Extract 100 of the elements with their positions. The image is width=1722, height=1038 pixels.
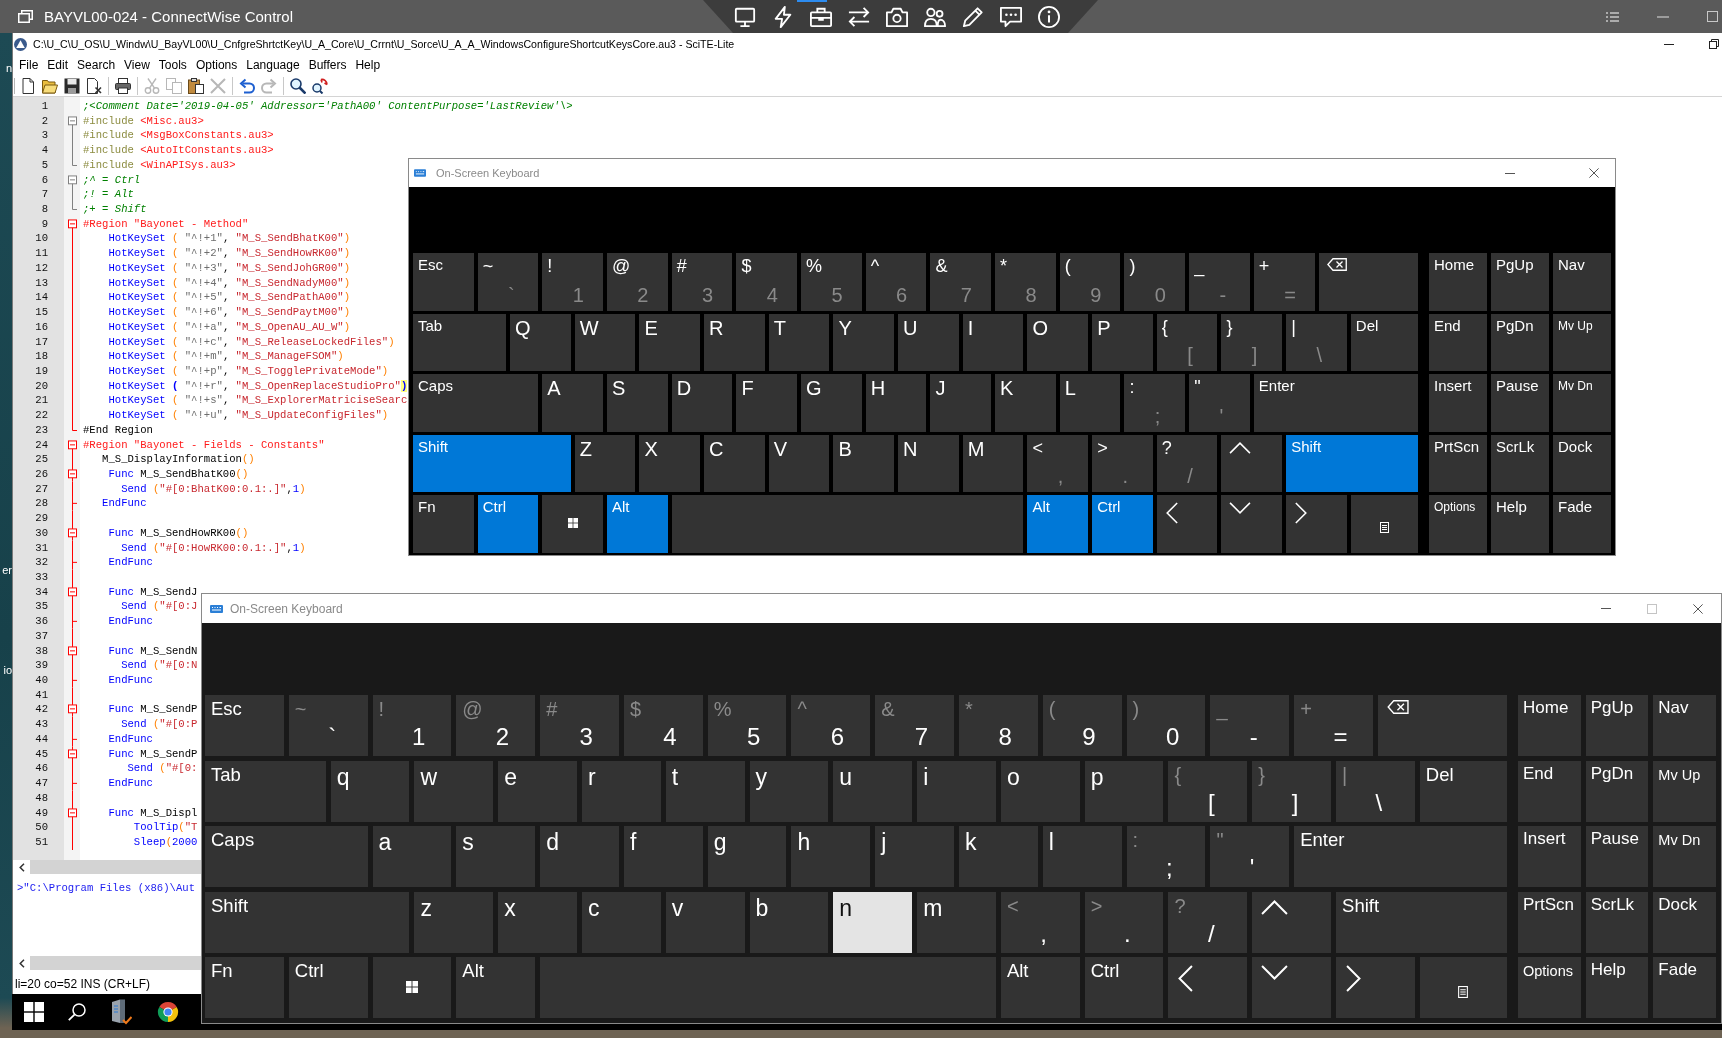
- keyboard-key[interactable]: < ,: [1000, 891, 1080, 953]
- keyboard-key[interactable]: Alt: [1027, 495, 1089, 553]
- keyboard-key[interactable]: Esc: [413, 253, 474, 311]
- minimize-icon[interactable]: [1664, 43, 1674, 45]
- keyboard-key[interactable]: u: [833, 760, 913, 822]
- collapse-icon[interactable]: [68, 702, 77, 718]
- keyboard-key[interactable]: l: [1042, 826, 1122, 887]
- keyboard-key[interactable]: _ -: [1210, 695, 1290, 756]
- keyboard-key[interactable]: * 8: [959, 695, 1038, 756]
- keyboard-key[interactable]: V: [768, 434, 830, 492]
- maximize-icon[interactable]: [1707, 11, 1718, 22]
- search-icon[interactable]: [68, 1003, 86, 1021]
- keyboard-key[interactable]: L: [1059, 374, 1121, 432]
- briefcase-icon[interactable]: [810, 5, 832, 28]
- new-file-icon[interactable]: [20, 77, 36, 94]
- restore-window-icon[interactable]: [18, 10, 33, 23]
- keyboard-key[interactable]: F: [736, 374, 798, 432]
- keyboard-key[interactable]: v: [665, 891, 745, 953]
- keyboard-key[interactable]: Ctrl: [1084, 957, 1164, 1018]
- keyboard-key[interactable]: c: [582, 891, 661, 953]
- keyboard-key[interactable]: E: [639, 313, 701, 371]
- keyboard-key[interactable]: Nav: [1553, 253, 1611, 311]
- keyboard-key[interactable]: # 3: [671, 253, 733, 311]
- keyboard-key[interactable]: Alt: [607, 495, 668, 553]
- keyboard-key[interactable]: < ,: [1027, 434, 1089, 492]
- menu-item[interactable]: Help: [355, 58, 381, 72]
- keyboard-key[interactable]: Enter: [1253, 374, 1418, 432]
- keyboard-key[interactable]: PrtScn: [1429, 434, 1487, 492]
- keyboard-key[interactable]: y: [749, 760, 829, 822]
- keyboard-key[interactable]: Pause: [1491, 374, 1549, 432]
- keyboard-key[interactable]: { [: [1168, 760, 1248, 822]
- keyboard-key[interactable]: _ -: [1189, 253, 1250, 311]
- collapse-icon[interactable]: [68, 113, 77, 129]
- keyboard-key[interactable]: ^ 6: [791, 695, 871, 756]
- close-icon[interactable]: [1693, 603, 1703, 614]
- keyboard-key[interactable]: Insert: [1429, 374, 1487, 432]
- collapse-icon[interactable]: [68, 216, 77, 232]
- keyboard-key[interactable]: f: [623, 826, 703, 887]
- monitor-icon[interactable]: [734, 5, 756, 28]
- keyboard-key[interactable]: * 8: [995, 253, 1056, 311]
- keyboard-key[interactable]: ) 0: [1126, 695, 1206, 756]
- keyboard-key[interactable]: K: [995, 374, 1056, 432]
- save-icon[interactable]: [64, 77, 80, 94]
- keyboard-key[interactable]: Caps: [205, 826, 368, 887]
- collapse-icon[interactable]: [68, 172, 77, 188]
- keyboard-key[interactable]: G: [801, 374, 862, 432]
- keyboard-key[interactable]: r: [582, 760, 661, 822]
- keyboard-key[interactable]: C: [704, 434, 765, 492]
- keyboard-key[interactable]: Fn: [413, 495, 474, 553]
- keyboard-key[interactable]: " ': [1210, 826, 1290, 887]
- keyboard-key[interactable]: ( 9: [1042, 695, 1122, 756]
- keyboard-key[interactable]: { [: [1156, 313, 1218, 371]
- keyboard-key[interactable]: % 5: [707, 695, 787, 756]
- keyboard-key[interactable]: } ]: [1252, 760, 1332, 822]
- keyboard-key[interactable]: T: [768, 313, 830, 371]
- keyboard-key[interactable]: g: [707, 826, 787, 887]
- keyboard-key[interactable]: ~ `: [288, 695, 368, 756]
- keyboard-key[interactable]: w: [414, 760, 494, 822]
- menu-item[interactable]: Language: [246, 58, 300, 72]
- keyboard-key[interactable]: PgDn: [1585, 760, 1649, 822]
- keyboard-key[interactable]: PrtScn: [1518, 891, 1581, 953]
- keyboard-key[interactable]: ScrLk: [1585, 891, 1649, 953]
- menu-item[interactable]: Buffers: [308, 58, 347, 72]
- find-replace-icon[interactable]: [312, 77, 328, 94]
- keyboard-key[interactable]: Tab: [205, 760, 326, 822]
- keyboard-key[interactable]: " ': [1189, 374, 1250, 432]
- keyboard-key[interactable]: Caps: [413, 374, 539, 432]
- search-icon[interactable]: [290, 77, 306, 94]
- menu-item[interactable]: File: [19, 58, 39, 72]
- keyboard-key[interactable]: R: [704, 313, 765, 371]
- keyboard-key[interactable]: Mv Up: [1653, 760, 1716, 822]
- keyboard-key[interactable]: Home: [1429, 253, 1487, 311]
- circular-logo-icon[interactable]: [156, 1000, 180, 1024]
- keyboard-key[interactable]: P: [1092, 313, 1153, 371]
- keyboard-key[interactable]: % 5: [801, 253, 862, 311]
- keyboard-key[interactable]: Fade: [1553, 495, 1611, 553]
- keyboard-key[interactable]: Mv Dn: [1553, 374, 1611, 432]
- keyboard-key[interactable]: ! 1: [542, 253, 604, 311]
- keyboard-key[interactable]: Shift: [1286, 434, 1418, 492]
- keyboard-key[interactable]: Dock: [1553, 434, 1611, 492]
- keyboard-key[interactable]: End: [1518, 760, 1581, 822]
- keyboard-key[interactable]: } ]: [1221, 313, 1283, 371]
- collapse-icon[interactable]: [68, 746, 77, 762]
- camera-icon[interactable]: [886, 5, 908, 28]
- keyboard-key[interactable]: O: [1027, 313, 1089, 371]
- keyboard-key[interactable]: U: [898, 313, 959, 371]
- keyboard-key[interactable]: q: [330, 760, 410, 822]
- keyboard-key[interactable]: Help: [1491, 495, 1549, 553]
- keyboard-key[interactable]: Shift: [1336, 891, 1507, 953]
- keyboard-key[interactable]: m: [917, 891, 996, 953]
- keyboard-key[interactable]: A: [542, 374, 604, 432]
- keyboard-key[interactable]: e: [498, 760, 577, 822]
- keyboard-key[interactable]: PgUp: [1585, 695, 1649, 756]
- keyboard-key[interactable]: > .: [1084, 891, 1164, 953]
- keyboard-key[interactable]: p: [1084, 760, 1164, 822]
- keyboard-key[interactable]: Help: [1585, 957, 1649, 1018]
- keyboard-key[interactable]: ( 9: [1059, 253, 1121, 311]
- list-icon[interactable]: [1606, 11, 1619, 22]
- keyboard-key[interactable]: D: [671, 374, 733, 432]
- clipboard-icon[interactable]: [188, 77, 204, 94]
